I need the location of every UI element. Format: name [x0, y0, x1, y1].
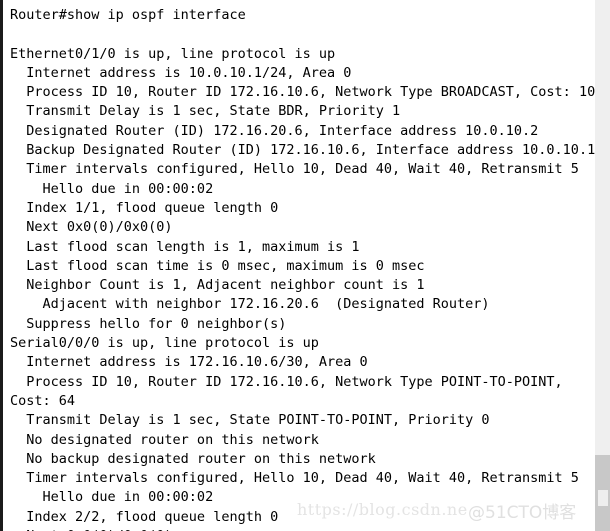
terminal-output-text: Router#show ip ospf interface Ethernet0/…	[10, 7, 595, 531]
scrollbar-thumb[interactable]	[595, 455, 610, 531]
terminal-window: Router#show ip ospf interface Ethernet0/…	[0, 0, 610, 531]
terminal-pane[interactable]: Router#show ip ospf interface Ethernet0/…	[0, 0, 595, 531]
scrollbar-thumb-grip[interactable]	[598, 490, 608, 506]
vertical-scrollbar[interactable]	[595, 0, 610, 531]
